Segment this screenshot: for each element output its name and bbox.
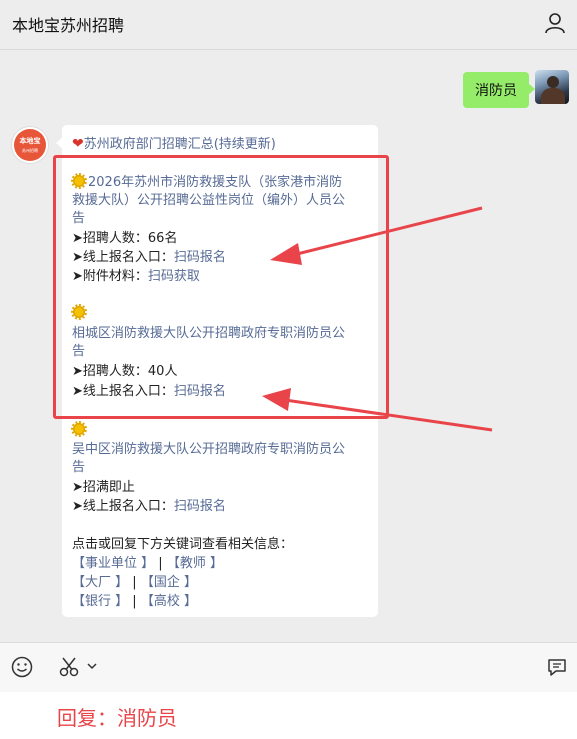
annotation-arrows: [262, 206, 493, 432]
input-toolbar: [0, 642, 577, 693]
arrow-2: [262, 388, 493, 432]
chevron-down-icon[interactable]: [87, 663, 97, 671]
reply-caption: 回复：消防员: [57, 706, 177, 730]
emoji-icon[interactable]: [11, 656, 33, 678]
scissors-icon[interactable]: [58, 656, 80, 678]
chat-history-icon[interactable]: [546, 656, 568, 678]
arrow-1: [270, 206, 483, 265]
